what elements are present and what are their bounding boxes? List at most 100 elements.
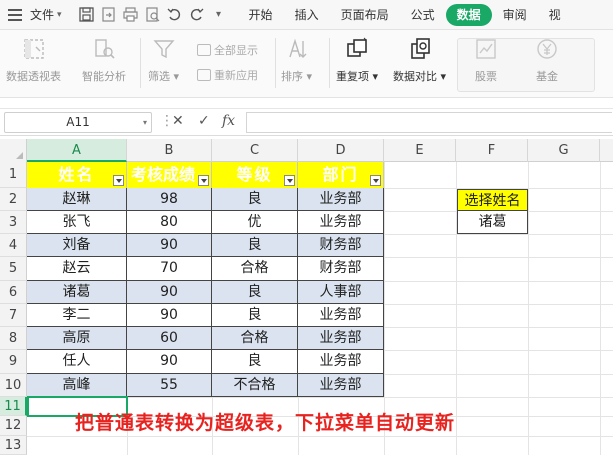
- fund-button[interactable]: 基金: [533, 36, 561, 84]
- row-header-1[interactable]: 1: [0, 162, 27, 188]
- tab-view[interactable]: 视: [538, 4, 561, 26]
- col-header-e[interactable]: E: [384, 139, 456, 162]
- duplicates-button[interactable]: 重复项 ▾: [336, 36, 378, 84]
- tab-home[interactable]: 开始: [238, 4, 284, 26]
- row-header-2[interactable]: 2: [0, 188, 27, 211]
- col-header-c[interactable]: C: [212, 139, 298, 162]
- table-cell-dept[interactable]: 业务部: [298, 327, 384, 350]
- table-cell-score[interactable]: 70: [127, 257, 212, 281]
- table-cell-name[interactable]: 高峰: [27, 374, 127, 397]
- table-cell-score[interactable]: 90: [127, 350, 212, 374]
- row-header-6[interactable]: 6: [0, 281, 27, 304]
- lookup-label-cell[interactable]: 选择姓名: [457, 189, 528, 211]
- sort-button[interactable]: 排序 ▾: [281, 36, 312, 84]
- table-cell-name[interactable]: 张飞: [27, 211, 127, 234]
- stock-button[interactable]: 股票: [472, 36, 500, 84]
- table-cell-grade[interactable]: 良: [212, 281, 298, 304]
- table-cell-grade[interactable]: 合格: [212, 257, 298, 281]
- table-cell-dept[interactable]: 财务部: [298, 257, 384, 281]
- table-cell-name[interactable]: 高原: [27, 327, 127, 350]
- show-all-button[interactable]: 全部显示: [197, 42, 258, 58]
- row-header-10[interactable]: 10: [0, 374, 27, 397]
- reapply-button[interactable]: 重新应用: [197, 67, 258, 83]
- row-header-12[interactable]: 12: [0, 416, 27, 436]
- table-cell-grade[interactable]: 不合格: [212, 374, 298, 397]
- tab-page-layout[interactable]: 页面布局: [330, 4, 400, 26]
- table-cell-grade[interactable]: 良: [212, 188, 298, 211]
- table-cell-dept[interactable]: 业务部: [298, 350, 384, 374]
- col-header-g[interactable]: G: [528, 139, 600, 162]
- table-cell-score[interactable]: 90: [127, 234, 212, 257]
- col-header-a[interactable]: A: [27, 139, 127, 162]
- menu-bar: 文件 ▾ ▾ 开始 插入 页面布局 公式 数据 审阅 视: [0, 0, 613, 30]
- cancel-icon[interactable]: ✕: [172, 113, 184, 129]
- confirm-icon[interactable]: ✓: [198, 113, 210, 129]
- table-cell-dept[interactable]: 业务部: [298, 304, 384, 327]
- table-cell-grade[interactable]: 合格: [212, 327, 298, 350]
- more-chevron-icon[interactable]: ▾: [208, 4, 230, 26]
- pivot-table-button[interactable]: 数据透视表: [6, 36, 61, 84]
- smart-analysis-button[interactable]: 智能分析: [82, 36, 126, 84]
- filter-dropdown-icon[interactable]: [113, 175, 124, 186]
- table-cell-name[interactable]: 赵云: [27, 257, 127, 281]
- filter-dropdown-icon[interactable]: [284, 175, 295, 186]
- lookup-value-cell[interactable]: 诸葛: [457, 211, 528, 234]
- menu-icon[interactable]: [8, 8, 24, 21]
- table-cell-name[interactable]: 任人: [27, 350, 127, 374]
- tab-insert[interactable]: 插入: [284, 4, 330, 26]
- table-cell-name[interactable]: 赵琳: [27, 188, 127, 211]
- table-cell-grade[interactable]: 良: [212, 234, 298, 257]
- row-header-9[interactable]: 9: [0, 350, 27, 374]
- table-header-name[interactable]: 姓名: [27, 162, 127, 188]
- table-cell-score[interactable]: 98: [127, 188, 212, 211]
- table-cell-score[interactable]: 80: [127, 211, 212, 234]
- print-icon[interactable]: [120, 4, 142, 26]
- name-box-dropdown-icon[interactable]: ▾: [143, 113, 147, 132]
- table-cell-score[interactable]: 90: [127, 281, 212, 304]
- worksheet-grid: A B C D E F G 1 2 3 4 5 6 7 8 9 10 11 12…: [0, 139, 613, 455]
- filter-dropdown-icon[interactable]: [370, 175, 381, 186]
- tab-review[interactable]: 审阅: [492, 4, 538, 26]
- table-cell-dept[interactable]: 财务部: [298, 234, 384, 257]
- table-cell-grade[interactable]: 良: [212, 304, 298, 327]
- table-cell-dept[interactable]: 业务部: [298, 374, 384, 397]
- file-menu[interactable]: 文件: [30, 6, 54, 23]
- redo-icon[interactable]: [186, 4, 208, 26]
- save-icon[interactable]: [76, 4, 98, 26]
- preview-icon[interactable]: [142, 4, 164, 26]
- row-header-4[interactable]: 4: [0, 234, 27, 257]
- col-header-f[interactable]: F: [456, 139, 528, 162]
- fx-icon[interactable]: fx: [222, 113, 235, 129]
- tab-data[interactable]: 数据: [445, 3, 492, 26]
- quick-access-toolbar: ▾: [76, 4, 230, 26]
- filter-button[interactable]: 筛选 ▾: [148, 36, 179, 84]
- table-cell-name[interactable]: 李二: [27, 304, 127, 327]
- row-header-7[interactable]: 7: [0, 304, 27, 327]
- col-header-d[interactable]: D: [298, 139, 384, 162]
- row-header-3[interactable]: 3: [0, 211, 27, 234]
- table-cell-dept[interactable]: 业务部: [298, 211, 384, 234]
- row-header-5[interactable]: 5: [0, 257, 27, 281]
- table-cell-score[interactable]: 60: [127, 327, 212, 350]
- row-header-11[interactable]: 11: [0, 397, 27, 416]
- filter-dropdown-icon[interactable]: [198, 175, 209, 186]
- table-cell-name[interactable]: 刘备: [27, 234, 127, 257]
- formula-input[interactable]: [246, 112, 612, 133]
- table-cell-name[interactable]: 诸葛: [27, 281, 127, 304]
- row-header-13[interactable]: 13: [0, 436, 27, 455]
- export-icon[interactable]: [98, 4, 120, 26]
- tab-formulas[interactable]: 公式: [400, 4, 446, 26]
- undo-icon[interactable]: [164, 4, 186, 26]
- name-box[interactable]: A11 ▾: [4, 112, 152, 133]
- table-cell-grade[interactable]: 良: [212, 350, 298, 374]
- col-header-b[interactable]: B: [127, 139, 212, 162]
- row-header-8[interactable]: 8: [0, 327, 27, 350]
- table-cell-dept[interactable]: 业务部: [298, 188, 384, 211]
- table-cell-score[interactable]: 55: [127, 374, 212, 397]
- select-all-corner[interactable]: [0, 139, 27, 162]
- file-caret-icon[interactable]: ▾: [57, 10, 62, 20]
- table-cell-score[interactable]: 90: [127, 304, 212, 327]
- table-cell-dept[interactable]: 人事部: [298, 281, 384, 304]
- table-cell-grade[interactable]: 优: [212, 211, 298, 234]
- data-compare-button[interactable]: 数据对比 ▾: [393, 36, 446, 84]
